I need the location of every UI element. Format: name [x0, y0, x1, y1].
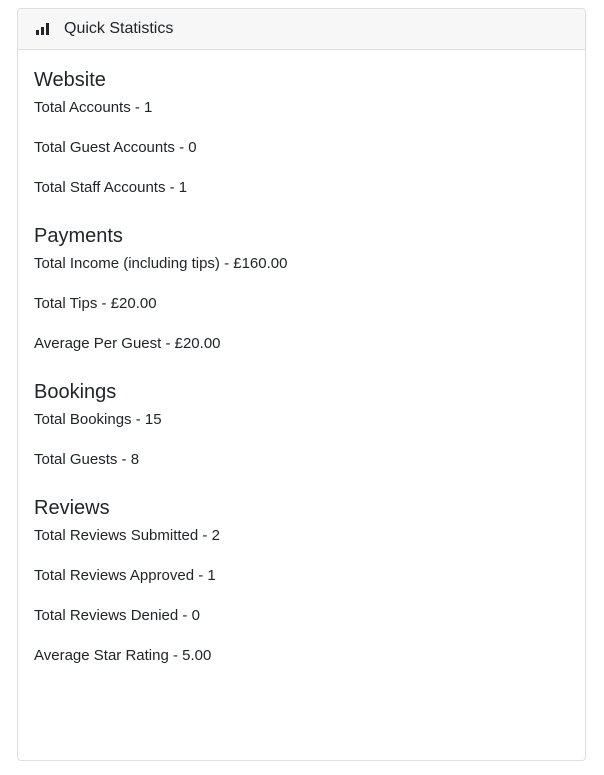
stat-total-guests: Total Guests - 8 — [34, 451, 140, 468]
bookings-section: Bookings Total Bookings - 15 Total Guest… — [34, 380, 569, 470]
website-section: Website Total Accounts - 1 Total Guest A… — [34, 68, 569, 198]
stat-reviews-denied: Total Reviews Denied - 0 — [34, 607, 200, 624]
stat-total-income: Total Income (including tips) - £160.00 — [34, 255, 288, 272]
stat-total-staff-accounts: Total Staff Accounts - 1 — [34, 179, 188, 196]
card-header: Quick Statistics — [18, 9, 585, 50]
stat-reviews-approved: Total Reviews Approved - 1 — [34, 567, 216, 584]
quick-statistics-card: Quick Statistics Website Total Accounts … — [17, 8, 586, 761]
section-title: Bookings — [34, 381, 117, 403]
stat-average-per-guest: Average Per Guest - £20.00 — [34, 335, 221, 352]
payments-section: Payments Total Income (including tips) -… — [34, 224, 569, 354]
card-title: Quick Statistics — [64, 20, 174, 37]
card-body: Website Total Accounts - 1 Total Guest A… — [18, 50, 585, 666]
stat-total-bookings: Total Bookings - 15 — [34, 411, 162, 428]
bar-chart-icon — [36, 23, 50, 35]
stat-total-tips: Total Tips - £20.00 — [34, 295, 157, 312]
stat-reviews-submitted: Total Reviews Submitted - 2 — [34, 527, 220, 544]
stat-total-guest-accounts: Total Guest Accounts - 0 — [34, 139, 197, 156]
stat-total-accounts: Total Accounts - 1 — [34, 99, 153, 116]
section-title: Website — [34, 69, 106, 91]
section-title: Payments — [34, 225, 123, 247]
stat-average-star-rating: Average Star Rating - 5.00 — [34, 647, 212, 664]
reviews-section: Reviews Total Reviews Submitted - 2 Tota… — [34, 496, 569, 666]
section-title: Reviews — [34, 497, 110, 519]
